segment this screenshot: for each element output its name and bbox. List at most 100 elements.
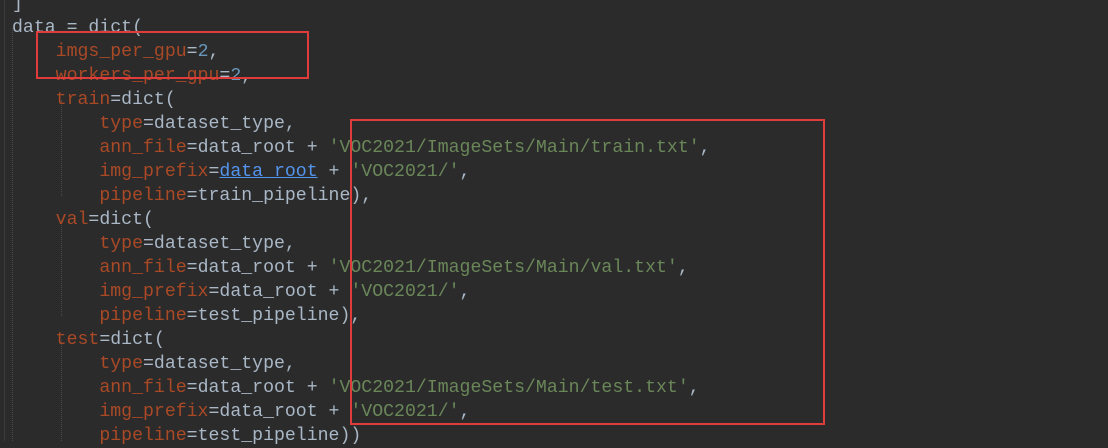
code-token: workers_per_gpu: [55, 66, 220, 86]
code-token: data_root: [197, 138, 296, 158]
code-token: =: [186, 42, 198, 62]
code-token: (: [153, 330, 165, 350]
code-token: type: [99, 234, 143, 254]
code-line[interactable]: type=dataset_type,: [12, 352, 711, 376]
code-line[interactable]: pipeline=test_pipeline),: [12, 304, 711, 328]
code-token: dict: [88, 18, 133, 38]
code-token: =: [208, 162, 220, 182]
code-token: pipeline: [99, 186, 187, 206]
code-token: =: [186, 306, 198, 326]
code-token: pipeline: [99, 306, 187, 326]
code-token: img_prefix: [99, 402, 209, 422]
code-token: (: [164, 90, 176, 110]
code-line[interactable]: imgs_per_gpu=2,: [12, 40, 711, 64]
code-token: data_root: [219, 402, 318, 422]
code-line[interactable]: val=dict(: [12, 208, 711, 232]
code-line[interactable]: img_prefix=data_root + 'VOC2021/',: [12, 280, 711, 304]
code-token: 2: [197, 42, 209, 62]
code-token: ,: [241, 66, 253, 86]
code-token: data_root: [197, 378, 296, 398]
code-token: 'VOC2021/': [350, 402, 460, 422]
code-token: type: [99, 354, 143, 374]
code-line[interactable]: data = dict(: [12, 16, 711, 40]
code-token: =: [186, 426, 198, 446]
gutter-divider: [4, 0, 5, 441]
code-token: dataset_type: [153, 114, 285, 134]
code-token: data_root: [197, 258, 296, 278]
code-token: =: [143, 234, 154, 254]
code-token: =: [88, 210, 100, 230]
code-token: +: [317, 282, 351, 302]
code-token: 'VOC2021/ImageSets/Main/train.txt': [328, 138, 700, 158]
code-token: (: [132, 18, 144, 38]
code-token: ,: [459, 402, 471, 422]
code-line[interactable]: img_prefix=data_root + 'VOC2021/',: [12, 400, 711, 424]
code-line[interactable]: ]: [12, 0, 711, 16]
code-token: test_pipeline: [197, 426, 340, 446]
code-token: ,: [284, 234, 296, 254]
code-token: =: [143, 354, 154, 374]
code-token: ,: [699, 138, 711, 158]
code-token: 2: [230, 66, 242, 86]
code-token: img_prefix: [99, 282, 209, 302]
code-token: =: [186, 186, 198, 206]
code-line[interactable]: workers_per_gpu=2,: [12, 64, 711, 88]
code-token: ]: [12, 0, 23, 14]
code-token: 'VOC2021/': [350, 282, 460, 302]
code-token: ),: [339, 306, 362, 326]
code-token: data_root: [219, 162, 318, 182]
code-line[interactable]: test=dict(: [12, 328, 711, 352]
code-token: data_root: [219, 282, 318, 302]
code-token: =: [99, 330, 111, 350]
code-line[interactable]: type=dataset_type,: [12, 232, 711, 256]
code-token: data: [12, 18, 56, 38]
code-line[interactable]: type=dataset_type,: [12, 112, 711, 136]
code-token: dataset_type: [153, 234, 285, 254]
code-token: =: [186, 138, 198, 158]
code-token: dataset_type: [153, 354, 285, 374]
code-token: ann_file: [99, 258, 187, 278]
code-line[interactable]: ann_file=data_root + 'VOC2021/ImageSets/…: [12, 376, 711, 400]
code-line[interactable]: ann_file=data_root + 'VOC2021/ImageSets/…: [12, 136, 711, 160]
code-token: ann_file: [99, 378, 187, 398]
code-token: ),: [350, 186, 373, 206]
code-token: +: [317, 162, 351, 182]
code-token: =: [110, 90, 122, 110]
code-token: )): [339, 426, 362, 446]
code-area[interactable]: ] data = dict( imgs_per_gpu=2, workers_pe…: [12, 0, 711, 448]
code-token: img_prefix: [99, 162, 209, 182]
code-editor[interactable]: ] data = dict( imgs_per_gpu=2, workers_pe…: [0, 0, 1108, 446]
code-token: (: [143, 210, 154, 230]
code-token: train: [55, 90, 111, 110]
code-token: 'VOC2021/ImageSets/Main/test.txt': [328, 378, 689, 398]
code-token: test_pipeline: [197, 306, 340, 326]
code-token: +: [295, 378, 329, 398]
code-line[interactable]: train=dict(: [12, 88, 711, 112]
code-token: ,: [284, 114, 296, 134]
code-token: +: [295, 258, 329, 278]
code-line[interactable]: pipeline=train_pipeline),: [12, 184, 711, 208]
code-line[interactable]: pipeline=test_pipeline)): [12, 424, 711, 448]
code-token: ,: [677, 258, 689, 278]
code-line[interactable]: img_prefix=data_root + 'VOC2021/',: [12, 160, 711, 184]
code-token: ,: [208, 42, 220, 62]
code-token: imgs_per_gpu: [55, 42, 187, 62]
code-token: =: [208, 402, 220, 422]
code-line[interactable]: ann_file=data_root + 'VOC2021/ImageSets/…: [12, 256, 711, 280]
